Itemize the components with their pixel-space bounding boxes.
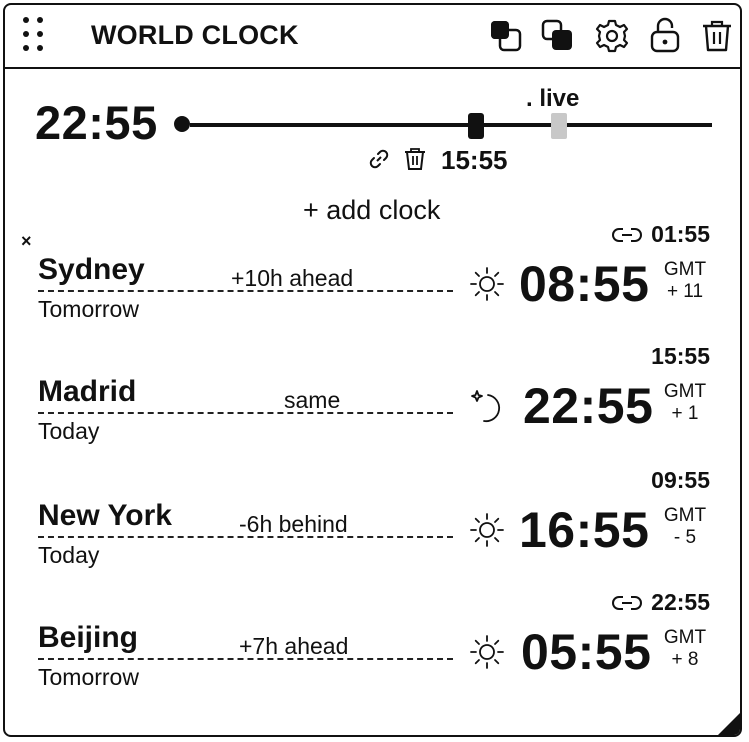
resize-handle[interactable] <box>718 713 740 735</box>
gmt-offset: GMT - 5 <box>662 505 708 549</box>
gmt-offset: GMT + 1 <box>662 381 708 425</box>
day-label: Today <box>38 542 100 568</box>
day-label: Tomorrow <box>38 296 139 322</box>
gmt-value: - 5 <box>673 527 697 548</box>
sun-icon <box>468 511 506 549</box>
selected-time-row: 01:55 <box>611 221 710 251</box>
selected-local-time: 15:55 <box>651 343 710 369</box>
current-time: 22:55 <box>35 96 158 149</box>
gmt-offset: GMT + 11 <box>662 259 708 303</box>
moon-icon <box>468 387 506 425</box>
city-name: New York <box>38 499 172 532</box>
link-icon[interactable] <box>611 225 643 245</box>
city-name: Beijing <box>38 621 139 654</box>
gmt-label: GMT <box>663 259 707 280</box>
selected-time: 15:55 <box>441 145 508 175</box>
dashed-separator <box>38 412 453 414</box>
selected-time-row: 09:55 <box>651 467 710 497</box>
selected-time-handle[interactable] <box>468 113 484 139</box>
gear-icon[interactable] <box>592 15 632 57</box>
dashed-separator <box>38 290 453 292</box>
selected-time-row: 22:55 <box>611 589 710 619</box>
drag-grip-icon[interactable] <box>21 17 51 57</box>
selected-local-time: 22:55 <box>651 589 710 615</box>
delete-selected-icon[interactable] <box>403 146 427 172</box>
trash-icon[interactable] <box>697 15 737 57</box>
header: WORLD CLOCK <box>5 5 740 69</box>
local-time: 08:55 <box>519 256 650 312</box>
city-name: Sydney <box>38 253 145 286</box>
time-difference: +7h ahead <box>239 633 349 659</box>
sun-icon <box>468 633 506 671</box>
local-time: 05:55 <box>521 624 652 680</box>
dark-mode-icon[interactable] <box>487 15 527 57</box>
app-title: WORLD CLOCK <box>91 20 299 50</box>
selected-local-time: 01:55 <box>651 221 710 247</box>
dashed-separator <box>38 658 453 660</box>
gmt-value: + 8 <box>671 649 699 670</box>
clock-row-new-york[interactable]: 09:55 New York -6h behind Today 16:55 GM… <box>5 467 740 597</box>
gmt-label: GMT <box>663 627 707 648</box>
sun-icon <box>468 265 506 303</box>
timeline-start-dot <box>174 116 190 132</box>
time-difference: +10h ahead <box>231 265 354 291</box>
light-mode-icon[interactable] <box>539 15 579 57</box>
time-difference: -6h behind <box>239 511 348 537</box>
gmt-value: + 11 <box>666 281 704 302</box>
time-difference: same <box>284 387 341 413</box>
add-clock-button[interactable]: + add clock <box>303 195 440 226</box>
clock-row-sydney[interactable]: 01:55 Sydney +10h ahead Tomorrow 08:55 G… <box>5 221 740 351</box>
world-clock-widget: WORLD CLOCK 22:55 . live 15:55 + add clo… <box>3 3 742 737</box>
day-label: Tomorrow <box>38 664 139 690</box>
selected-time-row: 15:55 <box>651 343 710 373</box>
timeline-track[interactable] <box>190 123 712 127</box>
local-time: 16:55 <box>519 502 650 558</box>
link-icon[interactable] <box>611 593 643 613</box>
selected-local-time: 09:55 <box>651 467 710 493</box>
live-time-handle[interactable] <box>551 113 567 139</box>
clock-row-beijing[interactable]: 22:55 Beijing +7h ahead Tomorrow 05:55 G… <box>5 589 740 719</box>
clock-row-madrid[interactable]: 15:55 Madrid same Today 22:55 GMT + 1 <box>5 343 740 473</box>
gmt-value: + 1 <box>671 403 699 424</box>
dashed-separator <box>38 536 453 538</box>
city-name: Madrid <box>38 375 137 408</box>
live-label: . live <box>526 85 580 112</box>
lock-open-icon[interactable] <box>645 15 685 57</box>
local-time: 22:55 <box>523 378 654 434</box>
gmt-label: GMT <box>663 381 707 402</box>
gmt-offset: GMT + 8 <box>662 627 708 671</box>
link-icon[interactable] <box>367 147 391 171</box>
gmt-label: GMT <box>663 505 707 526</box>
day-label: Today <box>38 418 100 444</box>
